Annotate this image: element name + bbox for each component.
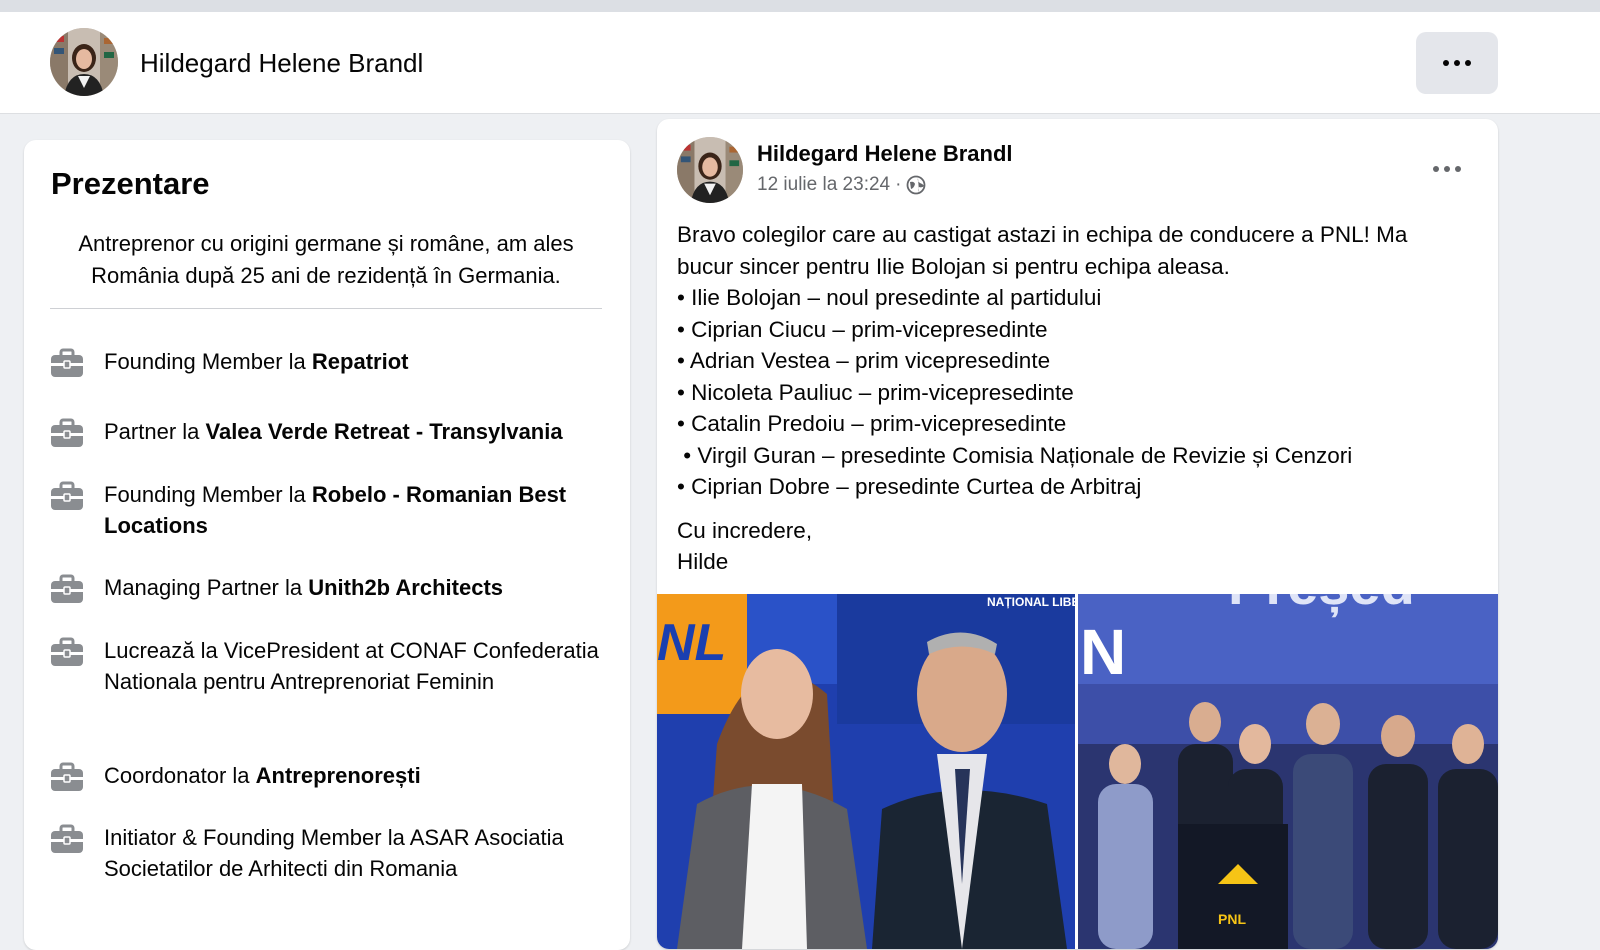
post-card: Hildegard Helene Brandl 12 iulie la 23:2… <box>657 119 1498 949</box>
work-org-link[interactable]: Valea Verde Retreat - Transylvania <box>206 419 563 444</box>
post-signature: Hilde <box>677 549 729 574</box>
podium-logo-text: PNL <box>1218 911 1246 927</box>
pnl-banner-small-text: NAȚIONAL LIBERAL <box>987 595 1075 609</box>
work-item-text[interactable]: Founding Member la Repatriot <box>104 346 604 377</box>
avatar-photo <box>677 137 743 203</box>
work-item-text[interactable]: Partner la Valea Verde Retreat - Transyl… <box>104 416 604 447</box>
post-photo-right[interactable]: Președ N PNL <box>1078 594 1498 949</box>
work-item-text[interactable]: Founding Member la Robelo - Romanian Bes… <box>104 479 604 541</box>
meta-separator: · <box>895 174 902 195</box>
post-line: • Catalin Predoiu – prim-vicepresedinte <box>677 411 1067 436</box>
more-horizontal-icon <box>1433 166 1461 172</box>
work-org-link[interactable]: Unith2b Architects <box>308 575 503 600</box>
briefcase-icon <box>51 824 83 853</box>
photo-image: NL NAȚIONAL LIBERAL <box>657 594 1075 949</box>
pnl-banner-text: NL <box>657 614 726 672</box>
profile-header: Hildegard Helene Brandl <box>0 12 1600 114</box>
work-item-text[interactable]: Initiator & Founding Member la ASAR Asoc… <box>104 822 604 884</box>
browser-top-strip <box>0 0 1600 12</box>
briefcase-icon <box>51 348 83 377</box>
briefcase-icon <box>51 762 83 791</box>
work-org-link[interactable]: Antreprenorești <box>256 763 421 788</box>
post-line: • Nicoleta Pauliuc – prim-vicepresedinte <box>677 379 1074 405</box>
post-author-name[interactable]: Hildegard Helene Brandl <box>757 141 1013 167</box>
work-item-text[interactable]: Coordonator la Antreprenorești <box>104 760 604 791</box>
post-closing: Cu incredere, <box>677 517 813 543</box>
post-line: • Ilie Bolojan – noul presedinte al part… <box>677 285 1102 310</box>
stage-banner-text: Președ <box>1228 594 1415 617</box>
intro-title: Prezentare <box>51 166 210 201</box>
post-more-button[interactable] <box>1429 159 1465 179</box>
briefcase-icon <box>51 574 83 603</box>
work-role: Managing Partner la <box>104 575 309 600</box>
more-horizontal-icon <box>1443 60 1471 66</box>
profile-more-button[interactable] <box>1416 32 1498 94</box>
post-meta: 12 iulie la 23:24 · <box>757 174 926 196</box>
profile-avatar[interactable] <box>50 28 118 96</box>
profile-name: Hildegard Helene Brandl <box>140 48 424 78</box>
work-suffix: Initiator & Founding Member la ASAR Asoc… <box>104 825 564 881</box>
stage-letter: N <box>1080 616 1126 688</box>
work-item-text[interactable]: Lucrează la VicePresident at CONAF Confe… <box>104 635 604 697</box>
intro-card: Prezentare Antreprenor cu origini german… <box>24 140 630 950</box>
intro-divider <box>50 308 602 309</box>
work-role: Founding Member la <box>104 349 312 374</box>
avatar-photo <box>50 28 118 96</box>
work-suffix: Lucrează la VicePresident at CONAF Confe… <box>104 638 599 694</box>
briefcase-icon <box>51 637 83 666</box>
post-line: • Ciprian Ciucu – prim-vicepresedinte <box>677 316 1048 342</box>
work-org-link[interactable]: Repatriot <box>312 349 409 374</box>
globe-icon[interactable] <box>906 175 926 195</box>
work-role: Partner la <box>104 419 206 444</box>
work-role: Coordonator la <box>104 763 256 788</box>
post-body: Bravo colegilor care au castigat astazi … <box>677 219 1467 578</box>
post-line: • Adrian Vestea – prim vicepresedinte <box>677 348 1051 373</box>
post-author-avatar[interactable] <box>677 137 743 203</box>
photo-image: Președ N PNL <box>1078 594 1498 949</box>
briefcase-icon <box>51 481 83 510</box>
intro-bio: Antreprenor cu origini germane și române… <box>78 231 574 288</box>
work-item-text[interactable]: Managing Partner la Unith2b Architects <box>104 572 604 603</box>
briefcase-icon <box>51 418 83 447</box>
work-role: Founding Member la <box>104 482 312 507</box>
post-line: • Ciprian Dobre – presedinte Curtea de A… <box>677 474 1142 499</box>
post-photo-left[interactable]: NL NAȚIONAL LIBERAL <box>657 594 1075 949</box>
post-line: Bravo colegilor care au castigat astazi … <box>677 222 1408 279</box>
post-timestamp[interactable]: 12 iulie la 23:24 <box>757 174 890 196</box>
post-line: • Virgil Guran – presedinte Comisia Nați… <box>677 442 1353 468</box>
